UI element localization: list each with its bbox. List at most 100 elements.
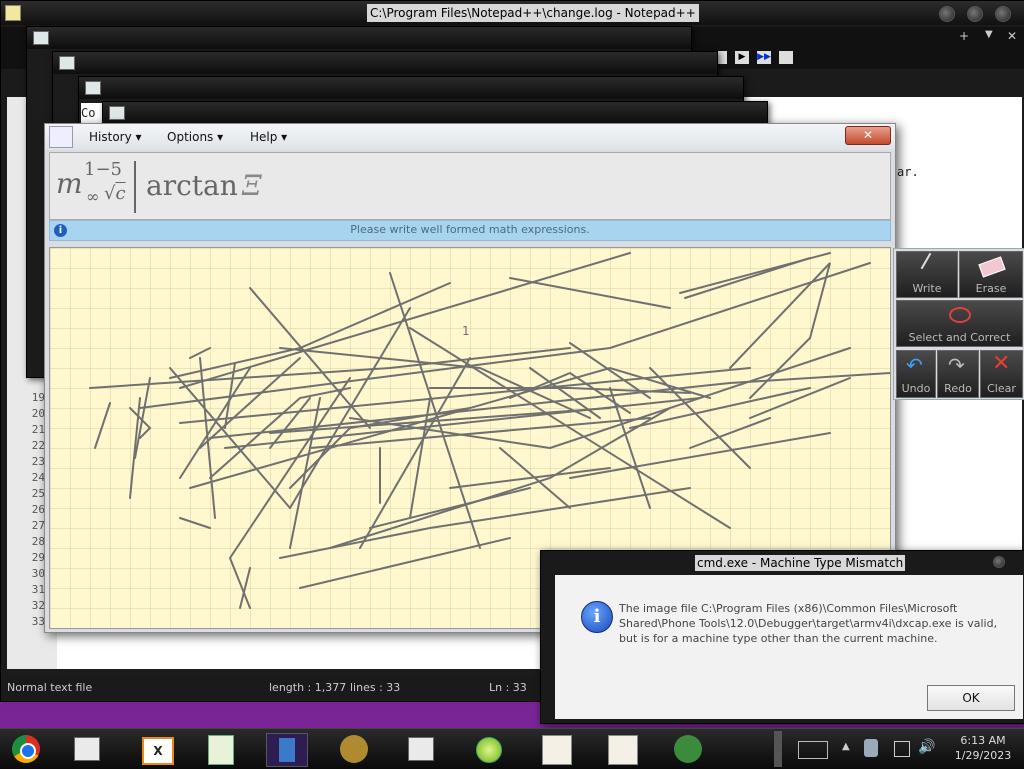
- information-icon: i: [581, 601, 613, 633]
- write-button[interactable]: Write: [896, 251, 958, 298]
- line-number: 24: [31, 471, 45, 484]
- avatar-glyph: [674, 735, 702, 763]
- redo-icon: ↷: [948, 353, 965, 377]
- ok-button[interactable]: OK: [927, 685, 1015, 711]
- math-preview-area: m 1−5 ∞ √c arctan Ξ: [49, 152, 891, 220]
- math-tools-panel: Write Erase Select and Correct ↶ Undo ↷ …: [893, 248, 1024, 400]
- preview-superscript: 1−5: [84, 159, 122, 180]
- select-correct-button[interactable]: Select and Correct: [896, 300, 1023, 347]
- close-tab-icon[interactable]: ✕: [1007, 29, 1017, 43]
- chrome-center: [20, 743, 36, 759]
- erase-button[interactable]: Erase: [959, 251, 1023, 298]
- math-close-button[interactable]: ✕: [845, 126, 891, 145]
- preview-m: m: [56, 167, 83, 200]
- clear-label: Clear: [987, 382, 1016, 395]
- macro-save-icon[interactable]: [779, 51, 793, 64]
- lasso-icon: [949, 307, 971, 323]
- redo-label: Redo: [944, 382, 972, 395]
- clock[interactable]: 6:13 AM 1/29/2023: [948, 733, 1018, 763]
- xmind-icon[interactable]: X: [136, 733, 176, 765]
- undo-button[interactable]: ↶ Undo: [896, 350, 936, 398]
- info-message: Please write well formed math expression…: [350, 223, 590, 236]
- cascade-title-bar[interactable]: [53, 52, 717, 74]
- preview-infinity: ∞: [86, 187, 100, 206]
- network-icon[interactable]: [894, 741, 910, 757]
- undo-label: Undo: [901, 382, 931, 395]
- tab-list-icon[interactable]: ▼: [985, 29, 993, 40]
- math-app-icon: [49, 126, 73, 148]
- cat-icon[interactable]: [536, 733, 576, 765]
- tray-app-icon[interactable]: [864, 739, 878, 757]
- lime-icon[interactable]: [468, 733, 508, 765]
- cascade-title-bar[interactable]: [27, 27, 691, 49]
- line-number: 31: [31, 583, 45, 596]
- clear-button[interactable]: ✕ Clear: [980, 350, 1023, 398]
- canvas-stroke-digit: 1: [462, 324, 470, 338]
- select-correct-label: Select and Correct: [908, 331, 1011, 344]
- notepad-app-icon: [5, 5, 21, 21]
- math-menu-bar: History ▾ Options ▾ Help ▾ ✕: [45, 124, 895, 150]
- pen-icon: [920, 252, 932, 270]
- cascade-title-bar[interactable]: [79, 77, 743, 99]
- undo-icon: ↶: [906, 353, 923, 377]
- preview-root: √c: [104, 183, 126, 204]
- line-number: 21: [31, 423, 45, 436]
- cascade-title-bar[interactable]: [103, 102, 767, 124]
- status-lines: lines : 33: [350, 681, 401, 694]
- notepad-icon[interactable]: [66, 733, 106, 765]
- macro-play-icon[interactable]: ▶: [735, 51, 749, 64]
- gimp-icon[interactable]: [334, 733, 374, 765]
- avatar-icon[interactable]: [668, 733, 708, 765]
- lime-glyph: [476, 737, 502, 763]
- new-tab-icon[interactable]: +: [959, 29, 969, 43]
- notepad-glyph: [74, 737, 100, 761]
- editor-text-fragment: ar.: [897, 165, 919, 179]
- machine-type-dialog: cmd.exe - Machine Type Mismatch i The im…: [540, 550, 1024, 724]
- minimize-button[interactable]: [939, 6, 955, 22]
- redo-button[interactable]: ↷ Redo: [937, 350, 979, 398]
- line-number: 19: [31, 391, 45, 404]
- math-info-bar: i Please write well formed math expressi…: [49, 220, 891, 241]
- erase-label: Erase: [975, 282, 1007, 295]
- dialog-body: i The image file C:\Program Files (x86)\…: [555, 575, 1023, 719]
- editor-glyph: [208, 735, 234, 765]
- eraser-icon: [978, 256, 1006, 278]
- menu-help[interactable]: Help ▾: [250, 130, 287, 144]
- menu-options[interactable]: Options ▾: [167, 130, 223, 144]
- window-icon[interactable]: [400, 733, 440, 765]
- notepad-title: C:\Program Files\Notepad++\change.log - …: [367, 4, 699, 22]
- line-number: 28: [31, 535, 45, 548]
- menu-history[interactable]: History ▾: [89, 130, 142, 144]
- line-number: 23: [31, 455, 45, 468]
- keyboard-icon[interactable]: [798, 741, 828, 759]
- clock-time: 6:13 AM: [960, 734, 1006, 747]
- window-glyph: [408, 737, 434, 761]
- line-number: 26: [31, 503, 45, 516]
- cat-glyph: [542, 735, 572, 765]
- line-number: 20: [31, 407, 45, 420]
- status-length: length : 1,377: [269, 681, 347, 694]
- close-button[interactable]: [995, 6, 1011, 22]
- preview-xi: Ξ: [242, 169, 262, 202]
- volume-icon[interactable]: 🔊: [918, 739, 935, 755]
- taskbar-scroll[interactable]: [774, 731, 782, 767]
- exit-icon[interactable]: [266, 733, 308, 767]
- editor-icon[interactable]: [200, 733, 240, 765]
- window-icon: [59, 56, 75, 70]
- notepad-title-bar[interactable]: C:\Program Files\Notepad++\change.log - …: [1, 1, 1024, 25]
- clock-date: 1/29/2023: [954, 749, 1012, 762]
- dialog-close-button[interactable]: [993, 556, 1005, 568]
- status-file-type: Normal text file: [7, 681, 93, 694]
- cat2-glyph: [608, 735, 638, 765]
- dialog-title: cmd.exe - Machine Type Mismatch: [695, 555, 906, 571]
- door-glyph: [279, 738, 295, 762]
- gimp-glyph: [340, 735, 368, 763]
- cat2-icon[interactable]: [602, 733, 642, 765]
- line-number: 33: [31, 615, 45, 628]
- line-number: 27: [31, 519, 45, 532]
- maximize-button[interactable]: [967, 6, 983, 22]
- chrome-icon[interactable]: [6, 733, 46, 765]
- xmind-glyph: X: [142, 737, 174, 765]
- macro-run-multiple-icon[interactable]: ▶▶: [757, 51, 771, 64]
- show-hidden-icons[interactable]: ▲: [842, 741, 850, 752]
